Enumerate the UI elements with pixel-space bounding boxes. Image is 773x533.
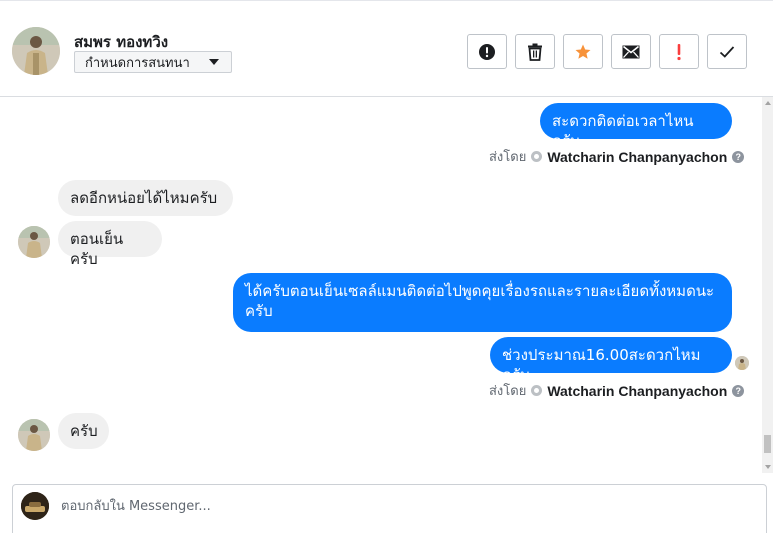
mark-unread-button[interactable] [611, 34, 651, 69]
contact-avatar-small [18, 226, 50, 258]
checkmark-icon [719, 45, 735, 58]
spam-button[interactable] [467, 34, 507, 69]
follow-up-button[interactable] [659, 34, 699, 69]
reply-input[interactable] [61, 493, 661, 519]
caret-down-icon [209, 59, 219, 65]
scroll-down-icon[interactable] [765, 465, 771, 469]
seen-receipt-avatar [735, 356, 749, 370]
envelope-icon [622, 45, 640, 58]
sent-by-label: ส่งโดย Watcharin Chanpanyachon ? [489, 146, 745, 167]
assign-label: กำหนดการสนทนา [85, 55, 190, 71]
star-icon [575, 44, 591, 59]
sender-name[interactable]: Watcharin Chanpanyachon [547, 149, 727, 165]
sent-by-prefix: ส่งโดย [489, 384, 527, 399]
contact-avatar[interactable] [12, 27, 60, 75]
trash-icon [528, 43, 542, 61]
delete-button[interactable] [515, 34, 555, 69]
help-icon[interactable]: ? [732, 384, 745, 397]
star-button[interactable] [563, 34, 603, 69]
page-avatar [21, 492, 49, 520]
mark-done-button[interactable] [707, 34, 747, 69]
conversation-header: สมพร ทองทวิง กำหนดการสนทนา [0, 0, 773, 97]
sent-by-prefix: ส่งโดย [489, 150, 527, 165]
verified-badge-icon [531, 385, 543, 396]
incoming-message[interactable]: ครับ [58, 413, 109, 449]
assign-conversation-dropdown[interactable]: กำหนดการสนทนา [74, 51, 232, 73]
reply-composer [12, 484, 767, 533]
contact-avatar-small [18, 419, 50, 451]
scrollbar-thumb[interactable] [764, 435, 771, 453]
scroll-up-icon[interactable] [765, 101, 771, 105]
exclamation-circle-icon [479, 43, 495, 60]
incoming-message[interactable]: ลดอีกหน่อยได้ไหมครับ [58, 180, 233, 216]
sender-name[interactable]: Watcharin Chanpanyachon [547, 383, 727, 399]
outgoing-message[interactable]: สะดวกติดต่อเวลาไหนครับ [540, 103, 732, 150]
outgoing-message[interactable]: ช่วงประมาณ16.00สะดวกไหมครับ [490, 337, 732, 384]
sent-by-label: ส่งโดย Watcharin Chanpanyachon ? [489, 380, 745, 401]
outgoing-message[interactable]: ได้ครับตอนเย็นเซลล์แมนติดต่อไปพูดคุยเรื่… [233, 273, 732, 332]
exclamation-icon [677, 43, 681, 60]
incoming-message[interactable]: ตอนเย็นครับ [58, 221, 162, 268]
help-icon[interactable]: ? [732, 150, 745, 163]
verified-badge-icon [531, 151, 543, 162]
thread-scrollbar[interactable] [762, 97, 773, 473]
